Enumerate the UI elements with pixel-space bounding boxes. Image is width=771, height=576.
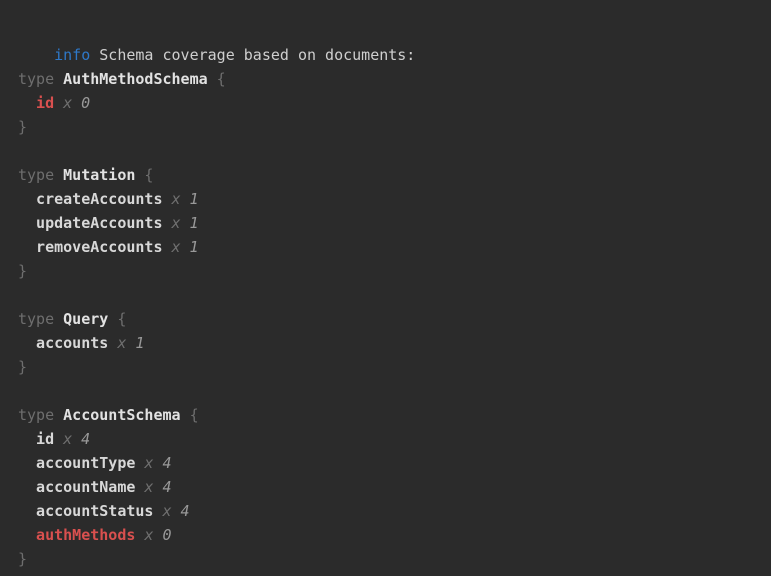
- usage-count: 4: [162, 478, 171, 496]
- field-name: id: [36, 94, 54, 112]
- field-coverage-line: removeAccounts x1: [18, 235, 761, 259]
- field-coverage-line: authMethods x0: [18, 523, 761, 547]
- closing-brace-line: }: [18, 115, 761, 139]
- multiplier-x: x: [63, 430, 72, 448]
- type-keyword: type: [18, 310, 54, 328]
- open-brace: {: [117, 310, 126, 328]
- type-name: Query: [63, 310, 108, 328]
- multiplier-x: x: [162, 502, 171, 520]
- field-coverage-line: updateAccounts x1: [18, 211, 761, 235]
- type-keyword: type: [18, 166, 54, 184]
- multiplier-x: x: [144, 454, 153, 472]
- type-declaration-line: type AuthMethodSchema {: [18, 67, 761, 91]
- field-coverage-line: accountType x4: [18, 451, 761, 475]
- field-coverage-line: idx0: [18, 91, 761, 115]
- field-name: updateAccounts: [36, 214, 162, 232]
- type-block: type AuthMethodSchema { idx0}: [18, 67, 761, 139]
- closing-brace-line: }: [18, 259, 761, 283]
- multiplier-x: x: [144, 478, 153, 496]
- type-declaration-line: type AccountSchema {: [18, 403, 761, 427]
- type-keyword: type: [18, 70, 54, 88]
- usage-count: 1: [190, 238, 199, 256]
- field-coverage-line: accounts x1: [18, 331, 761, 355]
- field-name: accountType: [36, 454, 135, 472]
- terminal-output: infoSchema coverage based on documents: …: [0, 0, 771, 576]
- multiplier-x: x: [172, 214, 181, 232]
- type-declaration-line: type Query {: [18, 307, 761, 331]
- open-brace: {: [217, 70, 226, 88]
- log-line: infoSchema coverage based on documents:: [18, 19, 761, 43]
- multiplier-x: x: [144, 526, 153, 544]
- open-brace: {: [190, 406, 199, 424]
- close-brace: }: [18, 550, 27, 568]
- type-keyword: type: [18, 406, 54, 424]
- log-message: Schema coverage based on documents:: [99, 46, 415, 64]
- field-name: authMethods: [36, 526, 135, 544]
- type-declaration-line: type Mutation {: [18, 163, 761, 187]
- type-name: AccountSchema: [63, 406, 180, 424]
- field-name: accountStatus: [36, 502, 153, 520]
- usage-count: 4: [81, 430, 90, 448]
- close-brace: }: [18, 118, 27, 136]
- info-tag: info: [54, 46, 90, 64]
- field-coverage-line: accountName x4: [18, 475, 761, 499]
- field-coverage-line: createAccounts x1: [18, 187, 761, 211]
- usage-count: 1: [190, 190, 199, 208]
- type-block: type Query { accounts x1}: [18, 307, 761, 379]
- field-coverage-line: idx4: [18, 427, 761, 451]
- usage-count: 4: [181, 502, 190, 520]
- type-name: Mutation: [63, 166, 135, 184]
- usage-count: 0: [162, 526, 171, 544]
- closing-brace-line: }: [18, 355, 761, 379]
- type-block: typeMutation{createAccountsx1updateAccou…: [18, 163, 761, 283]
- usage-count: 4: [162, 454, 171, 472]
- usage-count: 1: [190, 214, 199, 232]
- multiplier-x: x: [117, 334, 126, 352]
- open-brace: {: [144, 166, 153, 184]
- type-name: AuthMethodSchema: [63, 70, 208, 88]
- field-name: removeAccounts: [36, 238, 162, 256]
- multiplier-x: x: [172, 190, 181, 208]
- close-brace: }: [18, 358, 27, 376]
- field-name: accountName: [36, 478, 135, 496]
- field-name: id: [36, 430, 54, 448]
- multiplier-x: x: [63, 94, 72, 112]
- closing-brace-line: }: [18, 547, 761, 571]
- field-name: accounts: [36, 334, 108, 352]
- field-coverage-line: accountStatus x4: [18, 499, 761, 523]
- close-brace: }: [18, 262, 27, 280]
- multiplier-x: x: [172, 238, 181, 256]
- schema-coverage-blocks: typeAuthMethodSchema{idx0}typeMutation{c…: [18, 67, 761, 571]
- usage-count: 0: [81, 94, 90, 112]
- field-name: createAccounts: [36, 190, 162, 208]
- type-block: typeAccountSchema{idx4accountTypex4accou…: [18, 403, 761, 571]
- usage-count: 1: [135, 334, 144, 352]
